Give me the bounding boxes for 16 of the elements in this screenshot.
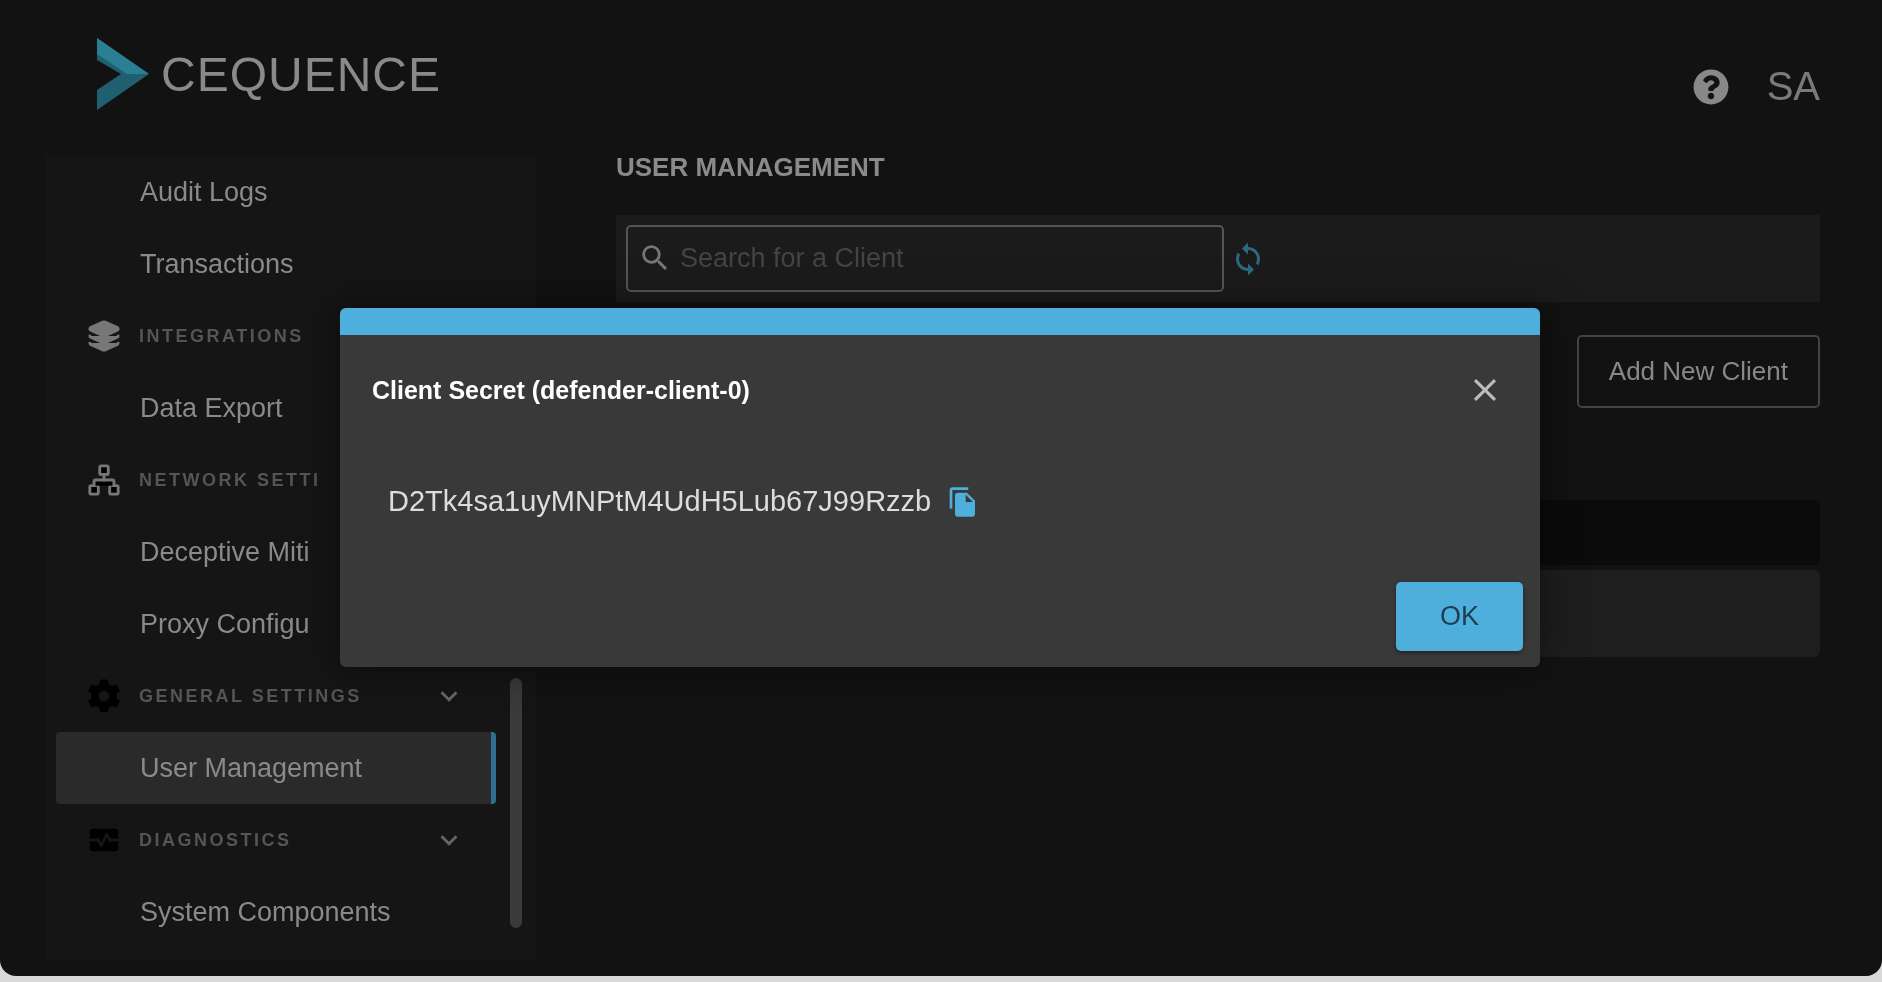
help-icon[interactable] [1692,68,1729,105]
ok-button[interactable]: OK [1396,582,1523,651]
logo-icon [97,38,149,110]
dialog-title: Client Secret (defender-client-0) [372,375,750,405]
page-title: USER MANAGEMENT [616,154,886,180]
network-icon [87,463,121,497]
user-initials[interactable]: SA [1766,64,1820,109]
logo-text: CEQUENCE [161,46,442,102]
sidebar-item[interactable]: System Components [56,876,496,948]
sidebar-item[interactable]: Transactions [56,228,496,300]
sidebar-item[interactable]: Audit Logs [56,156,496,228]
scrollbar-thumb[interactable] [510,678,522,928]
sidebar-item[interactable]: User Management [56,732,496,804]
add-client-button[interactable]: Add New Client [1576,335,1820,408]
layers-icon [87,319,121,353]
client-secret-text: D2Tk4sa1uyMNPtM4UdH5Lub67J99Rzzb [388,485,932,518]
